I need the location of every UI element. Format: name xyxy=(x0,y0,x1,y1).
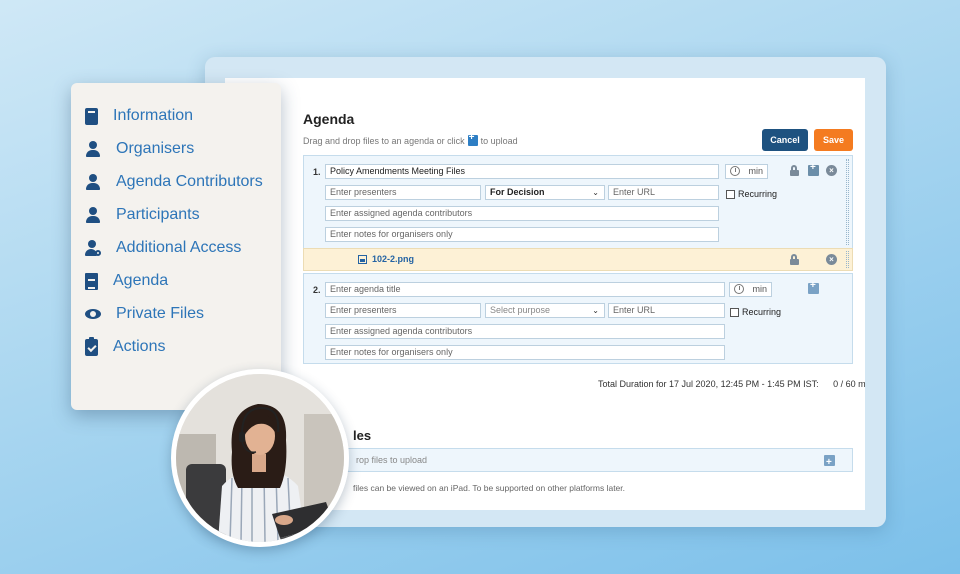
upload-icon[interactable] xyxy=(467,132,478,146)
notes-input[interactable]: Enter notes for organisers only xyxy=(325,345,725,360)
attachment-filename: 102-2.png xyxy=(372,254,415,264)
total-duration: Total Duration for 17 Jul 2020, 12:45 PM… xyxy=(598,379,865,389)
total-duration-label: Total Duration for 17 Jul 2020, 12:45 PM… xyxy=(598,379,819,389)
sidebar-item-label: Private Files xyxy=(116,305,205,322)
add-file-icon[interactable] xyxy=(808,280,819,294)
files-dropzone[interactable]: rop files to upload xyxy=(325,448,853,474)
total-duration-value: 0 / 60 min xyxy=(833,379,865,389)
image-file-icon xyxy=(358,254,367,264)
sidebar-item-participants[interactable]: Participants xyxy=(85,206,200,224)
sidebar-item-label: Agenda xyxy=(113,272,169,289)
agenda-title-input[interactable]: Policy Amendments Meeting Files xyxy=(325,164,719,179)
purpose-select[interactable]: For Decision ⌄ xyxy=(485,185,605,200)
clock-icon xyxy=(734,284,744,294)
recurring-label: Recurring xyxy=(738,189,778,199)
remove-item-icon[interactable]: × xyxy=(826,165,837,176)
files-heading: les xyxy=(353,428,372,443)
recurring-toggle[interactable]: Recurring xyxy=(726,189,777,199)
duration-input[interactable]: min xyxy=(729,282,772,297)
sidebar-item-label: Organisers xyxy=(116,140,195,157)
duration-unit: min xyxy=(752,284,767,294)
attachment-row: 102-2.png × xyxy=(303,248,853,271)
person-key-icon xyxy=(85,239,101,257)
person-with-headset-illustration xyxy=(176,374,344,542)
add-file-icon[interactable] xyxy=(808,162,819,176)
sidebar-item-private-files[interactable]: Private Files xyxy=(85,305,204,323)
agenda-item-2: 2. Enter agenda title min Enter presente… xyxy=(303,273,853,364)
unlock-icon[interactable] xyxy=(789,254,800,265)
sidebar-item-actions[interactable]: Actions xyxy=(85,336,166,356)
sidebar-item-agenda-contributors[interactable]: Agenda Contributors xyxy=(85,173,263,191)
dropzone-text: rop files to upload xyxy=(356,455,428,465)
chevron-down-icon: ⌄ xyxy=(592,188,599,197)
person-icon xyxy=(85,206,101,224)
purpose-value: For Decision xyxy=(490,187,545,197)
purpose-placeholder: Select purpose xyxy=(490,305,551,315)
duration-unit: min xyxy=(748,166,763,176)
sidebar: Information Organisers Agenda Contributo… xyxy=(71,83,281,410)
unlock-icon[interactable] xyxy=(789,165,800,176)
purpose-select[interactable]: Select purpose ⌄ xyxy=(485,303,605,318)
user-photo xyxy=(171,369,349,547)
agenda-item-1: 1. Policy Amendments Meeting Files min ×… xyxy=(303,155,853,249)
chevron-down-icon: ⌄ xyxy=(592,306,599,315)
sidebar-item-label: Information xyxy=(113,107,194,124)
presenters-input[interactable]: Enter presenters xyxy=(325,303,481,318)
duration-input[interactable]: min xyxy=(725,164,768,179)
recurring-label: Recurring xyxy=(742,307,782,317)
remove-attachment-icon[interactable]: × xyxy=(826,254,837,265)
clock-icon xyxy=(730,166,740,176)
sidebar-item-label: Participants xyxy=(116,206,200,223)
contributors-input[interactable]: Enter assigned agenda contributors xyxy=(325,206,719,221)
url-input[interactable]: Enter URL xyxy=(608,185,719,200)
contributors-input[interactable]: Enter assigned agenda contributors xyxy=(325,324,725,339)
book-icon xyxy=(85,107,98,125)
agenda-heading: Agenda xyxy=(303,111,355,127)
drag-handle-icon[interactable] xyxy=(846,159,849,245)
sidebar-item-organisers[interactable]: Organisers xyxy=(85,140,194,158)
notes-input[interactable]: Enter notes for organisers only xyxy=(325,227,719,242)
upload-hint-text-end: to upload xyxy=(480,135,518,146)
recurring-toggle[interactable]: Recurring xyxy=(730,307,781,317)
cancel-button[interactable]: Cancel xyxy=(762,129,808,151)
item-number: 1. xyxy=(313,167,321,177)
sidebar-item-information[interactable]: Information xyxy=(85,107,193,125)
agenda-title-input[interactable]: Enter agenda title xyxy=(325,282,725,297)
sidebar-item-label: Actions xyxy=(113,338,166,355)
presenters-input[interactable]: Enter presenters xyxy=(325,185,481,200)
eye-icon xyxy=(85,306,101,323)
recurring-checkbox[interactable] xyxy=(730,307,739,317)
attachment-link[interactable]: 102-2.png xyxy=(358,254,414,264)
document-icon xyxy=(85,272,98,290)
add-file-icon[interactable] xyxy=(824,452,835,474)
url-input[interactable]: Enter URL xyxy=(608,303,725,318)
clipboard-check-icon xyxy=(85,336,98,356)
person-icon xyxy=(85,140,101,158)
sidebar-item-label: Agenda Contributors xyxy=(116,173,263,190)
upload-hint-text-start: Drag and drop files to an agenda or clic… xyxy=(303,135,465,146)
upload-hint: Drag and drop files to an agenda or clic… xyxy=(303,132,518,146)
files-note: files can be viewed on an iPad. To be su… xyxy=(353,483,626,493)
sidebar-item-additional-access[interactable]: Additional Access xyxy=(85,239,241,257)
person-icon xyxy=(85,173,101,191)
drag-handle-icon[interactable] xyxy=(846,251,849,268)
item-number: 2. xyxy=(313,285,321,295)
save-button[interactable]: Save xyxy=(814,129,853,151)
sidebar-item-agenda[interactable]: Agenda xyxy=(85,272,168,290)
sidebar-item-label: Additional Access xyxy=(116,239,242,256)
recurring-checkbox[interactable] xyxy=(726,189,735,199)
